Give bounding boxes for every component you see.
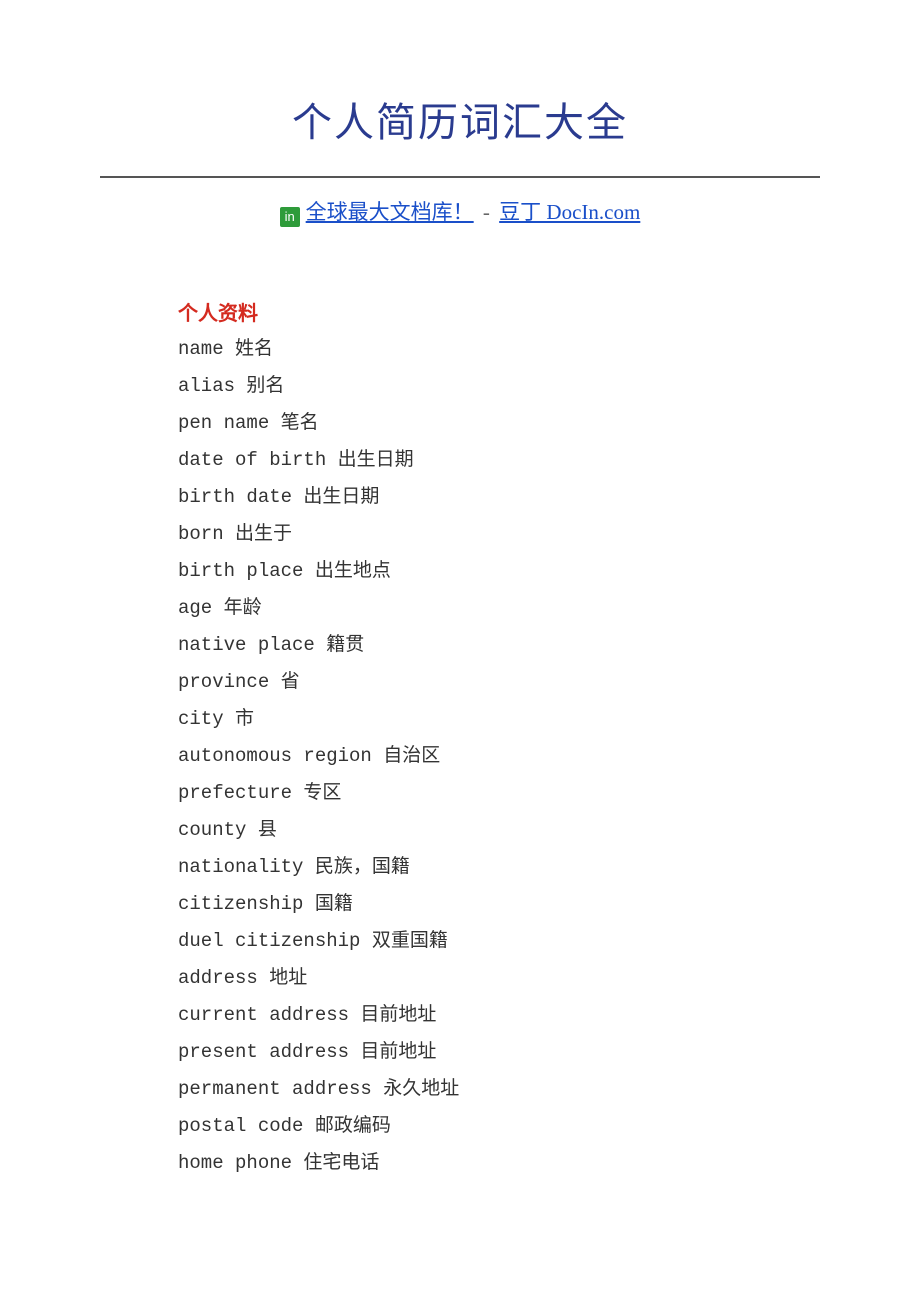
- term-row: citizenship 国籍: [178, 895, 780, 914]
- term-row: city 市: [178, 710, 780, 729]
- term-row: county 县: [178, 821, 780, 840]
- term-row: birth date 出生日期: [178, 488, 780, 507]
- term-row: pen name 笔名: [178, 414, 780, 433]
- term-row: duel citizenship 双重国籍: [178, 932, 780, 951]
- source-link-1[interactable]: 全球最大文档库！: [306, 200, 474, 224]
- term-row: age 年龄: [178, 599, 780, 618]
- term-row: date of birth 出生日期: [178, 451, 780, 470]
- term-row: prefecture 专区: [178, 784, 780, 803]
- term-row: province 省: [178, 673, 780, 692]
- source-link-2[interactable]: 豆丁 DocIn.com: [499, 200, 640, 224]
- document-page: 个人简历词汇大全 in 全球最大文档库！ - 豆丁 DocIn.com 个人资料 …: [0, 0, 920, 1251]
- term-row: native place 籍贯: [178, 636, 780, 655]
- term-row: home phone 住宅电话: [178, 1154, 780, 1173]
- content-column: 个人资料 name 姓名 alias 别名 pen name 笔名 date of b…: [178, 297, 780, 1173]
- page-title: 个人简历词汇大全: [100, 90, 820, 148]
- term-row: autonomous region 自治区: [178, 747, 780, 766]
- section-heading: 个人资料: [178, 297, 780, 326]
- source-link-row: in 全球最大文档库！ - 豆丁 DocIn.com: [100, 196, 820, 227]
- term-row: born 出生于: [178, 525, 780, 544]
- dash-separator: -: [478, 200, 496, 224]
- term-row: postal code 邮政编码: [178, 1117, 780, 1136]
- term-row: name 姓名: [178, 340, 780, 359]
- term-row: present address 目前地址: [178, 1043, 780, 1062]
- divider: [100, 176, 820, 178]
- term-row: address 地址: [178, 969, 780, 988]
- term-row: alias 别名: [178, 377, 780, 396]
- docin-icon: in: [280, 207, 300, 227]
- term-row: permanent address 永久地址: [178, 1080, 780, 1099]
- term-row: birth place 出生地点: [178, 562, 780, 581]
- terms-list: name 姓名 alias 别名 pen name 笔名 date of birth …: [178, 340, 780, 1173]
- term-row: current address 目前地址: [178, 1006, 780, 1025]
- term-row: nationality 民族，国籍: [178, 858, 780, 877]
